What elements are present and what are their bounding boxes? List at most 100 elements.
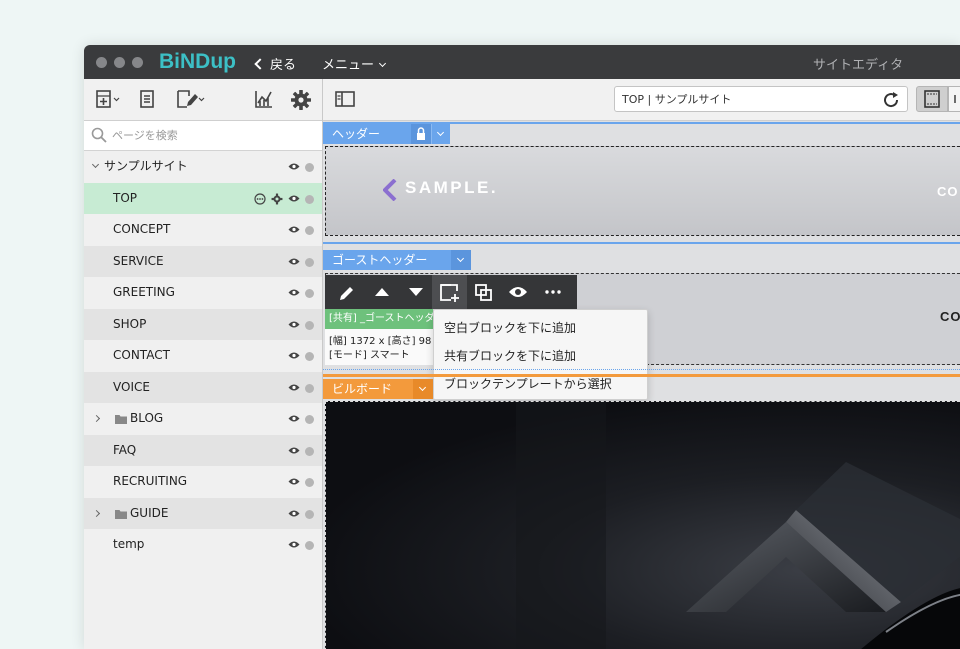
header-nav-partial: CO <box>937 184 959 199</box>
tree-page-shop[interactable]: SHOP <box>84 308 322 340</box>
gear-icon[interactable] <box>271 193 283 205</box>
add-block-icon[interactable] <box>439 283 461 303</box>
chevron-down-icon <box>378 59 387 68</box>
minimize-window-button[interactable] <box>114 57 125 68</box>
page-settings-button[interactable] <box>139 89 155 112</box>
move-down-icon[interactable] <box>407 283 425 301</box>
visibility-status-dot <box>305 352 314 361</box>
page-label: BLOG <box>130 411 164 425</box>
reload-icon[interactable] <box>881 90 901 110</box>
tree-folder-blog[interactable]: BLOG <box>84 403 322 435</box>
ghost-header-tag[interactable]: ゴーストヘッダー <box>323 250 451 270</box>
address-input[interactable] <box>622 92 872 106</box>
menu-button[interactable]: メニュー <box>322 54 387 73</box>
pencil-icon[interactable] <box>337 283 357 303</box>
chevron-down-icon <box>436 128 445 137</box>
tree-site-root[interactable]: サンプルサイト <box>84 151 322 183</box>
app-logo: BiNDup <box>159 50 236 73</box>
more-options-icon[interactable] <box>545 290 561 294</box>
more-options-icon[interactable] <box>254 192 266 205</box>
logo-chevron-icon <box>383 179 397 201</box>
header-block[interactable]: SAMPLE. CO <box>325 146 960 236</box>
chevron-right-icon[interactable] <box>92 509 101 517</box>
tree-page-recruiting[interactable]: RECRUITING <box>84 466 322 498</box>
visibility-status-dot <box>305 226 314 235</box>
tree-page-faq[interactable]: FAQ <box>84 434 322 466</box>
settings-button[interactable] <box>290 89 312 114</box>
ghost-header-tag-label: ゴーストヘッダー <box>332 253 428 267</box>
tree-page-concept[interactable]: CONCEPT <box>84 214 322 246</box>
menu-item-add-shared-block[interactable]: 共有ブロックを下に追加 <box>444 347 576 364</box>
tree-page-contact[interactable]: CONTACT <box>84 340 322 372</box>
ghost-header-outline <box>323 242 960 244</box>
tree-page-temp[interactable]: temp <box>84 529 322 561</box>
editor-toolbar <box>323 79 960 121</box>
add-page-button[interactable] <box>95 89 121 112</box>
visibility-status-dot <box>305 541 314 550</box>
page-search-input[interactable] <box>112 127 312 143</box>
back-button[interactable]: 戻る <box>254 54 296 73</box>
billboard-photo <box>516 402 960 649</box>
page-tree: サンプルサイト TOP CONCEPT SERVICE GREETING SHO… <box>84 151 322 561</box>
eye-icon[interactable] <box>288 288 300 297</box>
billboard-dropdown-button[interactable] <box>413 379 433 399</box>
site-name-label: サンプルサイト <box>104 159 188 173</box>
eye-icon[interactable] <box>288 446 300 455</box>
block-mode-text: [モード] スマート <box>329 350 410 361</box>
chart-icon <box>255 91 272 108</box>
edit-page-button[interactable] <box>176 89 206 112</box>
header-lock-button[interactable] <box>411 124 431 144</box>
tree-page-service[interactable]: SERVICE <box>84 245 322 277</box>
eye-icon[interactable] <box>288 509 300 518</box>
document-icon <box>140 90 154 108</box>
folder-icon <box>115 509 127 519</box>
block-size-text: [幅] 1372 x [高さ] 98 <box>329 336 432 347</box>
header-dropdown-button[interactable] <box>431 124 450 144</box>
edit-page-icon <box>177 90 205 108</box>
eye-icon[interactable] <box>288 320 300 329</box>
billboard-tag-label: ビルボード <box>332 382 393 396</box>
toggle-sidebar-button[interactable] <box>335 90 355 111</box>
menu-item-add-blank-block[interactable]: 空白ブロックを下に追加 <box>444 319 576 336</box>
chevron-down-icon <box>418 383 427 392</box>
header-block-tag[interactable]: ヘッダー <box>323 124 411 144</box>
billboard-image[interactable] <box>325 401 960 649</box>
eye-icon[interactable] <box>508 285 528 299</box>
close-window-button[interactable] <box>96 57 107 68</box>
eye-icon[interactable] <box>288 257 300 266</box>
page-canvas: ヘッダー SAMPLE. CO ゴーストヘッダー CO [共有] _ゴーストヘッ… <box>323 121 960 649</box>
tree-folder-guide[interactable]: GUIDE <box>84 497 322 529</box>
eye-icon[interactable] <box>288 540 300 549</box>
visibility-status-dot <box>305 163 314 172</box>
shared-block-label: [共有] _ゴーストヘッダー <box>325 309 433 329</box>
analytics-button[interactable] <box>254 89 274 112</box>
eye-icon[interactable] <box>288 194 300 203</box>
page-label: CONCEPT <box>113 222 171 236</box>
header-tag-label: ヘッダー <box>332 127 381 141</box>
visibility-status-dot <box>305 415 314 424</box>
eye-icon[interactable] <box>288 351 300 360</box>
view-mode-desktop-button[interactable] <box>916 86 948 112</box>
tree-page-voice[interactable]: VOICE <box>84 371 322 403</box>
eye-icon[interactable] <box>288 414 300 423</box>
tree-page-top[interactable]: TOP <box>84 182 322 214</box>
tree-page-greeting[interactable]: GREETING <box>84 277 322 309</box>
page-search-box <box>84 121 322 151</box>
menu-item-select-template[interactable]: ブロックテンプレートから選択 <box>444 375 612 392</box>
chevron-right-icon[interactable] <box>92 414 101 423</box>
zoom-window-button[interactable] <box>132 57 143 68</box>
page-label: FAQ <box>113 442 137 457</box>
ghost-header-dropdown-button[interactable] <box>451 250 471 270</box>
eye-icon[interactable] <box>288 225 300 234</box>
chevron-down-icon[interactable] <box>91 160 100 169</box>
duplicate-icon[interactable] <box>474 283 494 303</box>
view-mode-list-button[interactable] <box>948 86 960 112</box>
eye-icon[interactable] <box>288 162 300 171</box>
billboard-tag[interactable]: ビルボード <box>323 379 413 399</box>
eye-icon[interactable] <box>288 477 300 486</box>
eye-icon[interactable] <box>288 383 300 392</box>
page-label: GREETING <box>113 285 175 299</box>
visibility-status-dot <box>305 446 314 456</box>
block-toolbar <box>325 275 577 309</box>
move-up-icon[interactable] <box>373 283 391 301</box>
